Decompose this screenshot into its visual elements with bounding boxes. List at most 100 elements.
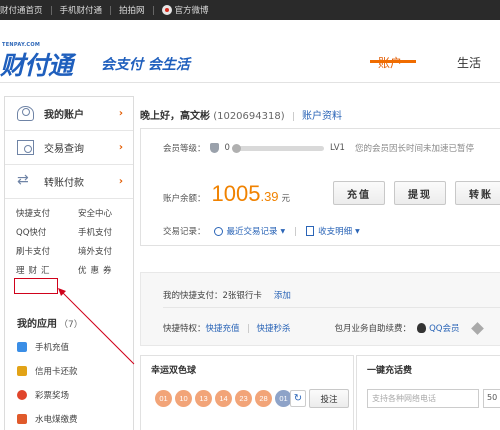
weibo-icon: [161, 5, 172, 15]
lottery-ball: 23: [235, 390, 252, 407]
quick-link-coupons[interactable]: 优惠券: [78, 264, 138, 276]
sidebar-item-transactions[interactable]: 交易查询 ›: [5, 131, 133, 165]
phone-recharge-panel: 一键充话费 支持各种网络电话 50: [356, 355, 500, 430]
chevron-right-icon: ›: [118, 176, 123, 187]
topbar-weibo-link[interactable]: 官方微博: [161, 4, 209, 16]
lottery-panel: 幸运双色球 01 10 13 14 23 28 01 ↻ 投注: [140, 355, 354, 430]
quickpay-features: 快捷特权： 快捷充值 快捷秒杀 包月业务自助续费： QQ会员: [163, 321, 485, 335]
bill-detail-link[interactable]: 收支明细: [318, 225, 352, 237]
auto-renew-label: 包月业务自助续费：: [334, 324, 412, 334]
app-utilities[interactable]: 水电煤缴费: [17, 413, 78, 425]
level-value: 0: [224, 143, 230, 153]
refresh-icon[interactable]: ↻: [290, 390, 306, 407]
quick-link-overseas-pay[interactable]: 境外支付: [78, 245, 138, 257]
diamond-icon[interactable]: [471, 321, 485, 335]
quickpay-summary: 我的快捷支付：2张银行卡 添加: [163, 289, 291, 301]
sidebar-item-label: 交易查询: [44, 144, 84, 155]
quick-link-card-pay[interactable]: 刷卡支付: [16, 245, 78, 257]
lottery-balls: 01 10 13 14 23 28 01: [155, 390, 292, 407]
amount-select[interactable]: 50: [483, 389, 500, 408]
my-apps-label: 我的应用: [17, 319, 57, 330]
app-phone-recharge[interactable]: 手机充值: [17, 341, 69, 353]
balance-decimal: .39: [260, 189, 279, 204]
divider: [295, 226, 297, 236]
recent-records-link[interactable]: 最近交易记录: [227, 225, 278, 237]
quick-links: 快捷支付 安全中心 QQ快付 手机支付 刷卡支付 境外支付 理财汇 优惠券: [5, 199, 133, 276]
balance-integer: 1005: [211, 181, 261, 206]
bet-button[interactable]: 投注: [309, 389, 349, 408]
header-divider: [0, 82, 500, 83]
dropdown-arrow-icon[interactable]: ▼: [355, 228, 360, 235]
lottery-icon: [17, 390, 27, 400]
add-card-link[interactable]: 添加: [274, 291, 291, 301]
qq-member-link[interactable]: QQ会员: [429, 322, 459, 334]
quick-recharge-link[interactable]: 快捷充值: [206, 322, 240, 334]
topbar-paipai-link[interactable]: 拍拍网: [119, 4, 145, 16]
quick-link-wealth[interactable]: 理财汇: [16, 264, 78, 276]
tenpay-logo[interactable]: 财付通: [0, 46, 73, 82]
dropdown-arrow-icon[interactable]: ▼: [281, 228, 286, 235]
app-label: 彩票奖场: [35, 391, 70, 401]
sidebar-item-label: 转账付款: [44, 178, 84, 189]
greeting-text: 晚上好，高文彬: [140, 111, 210, 122]
tab-life[interactable]: 生活: [457, 54, 481, 71]
divider: [110, 5, 112, 15]
profile-link[interactable]: 账户资料: [302, 111, 342, 122]
slogan: 会支付 会生活: [101, 57, 190, 73]
divider: [292, 111, 294, 121]
records-row: 交易记录： 最近交易记录 ▼ 收支明细 ▼: [163, 225, 360, 237]
member-level-row: 会员等级： 0 LV1 您的会员因长时间未加速已暂停: [163, 142, 474, 154]
app-label: 手机充值: [35, 343, 70, 353]
withdraw-button[interactable]: 提现: [394, 181, 446, 205]
document-icon: [306, 226, 315, 236]
chevron-right-icon: ›: [118, 142, 123, 153]
lottery-ball: 10: [175, 390, 192, 407]
quick-seckill-link[interactable]: 快捷秒杀: [257, 322, 291, 334]
level-label: 会员等级：: [163, 144, 206, 154]
app-label: 水电煤缴费: [35, 415, 78, 425]
quick-link-security[interactable]: 安全中心: [78, 207, 138, 219]
account-panel: 会员等级： 0 LV1 您的会员因长时间未加速已暂停 账户余额： 1005 .3…: [140, 128, 500, 246]
quick-link-qq-pay[interactable]: QQ快付: [16, 226, 78, 238]
level-target: LV1: [329, 143, 345, 153]
level-note: 您的会员因长时间未加速已暂停: [354, 144, 474, 154]
lottery-ball: 13: [195, 390, 212, 407]
feature-label: 快捷特权：: [163, 324, 206, 334]
balance-label: 账户余额：: [163, 194, 206, 204]
quick-link-mobile-pay[interactable]: 手机支付: [78, 226, 138, 238]
lottery-ball: 28: [255, 390, 272, 407]
greeting-line: 晚上好，高文彬 (1020694318) 账户资料: [140, 107, 342, 122]
balance-unit: 元: [281, 194, 291, 204]
app-lottery[interactable]: 彩票奖场: [17, 389, 69, 401]
divider: [163, 307, 500, 308]
quick-link-quickpay[interactable]: 快捷支付: [16, 207, 78, 219]
transfer-button[interactable]: 转账: [455, 181, 500, 205]
recharge-button[interactable]: 充值: [333, 181, 385, 205]
card-icon: [17, 366, 27, 376]
app-label: 信用卡还款: [35, 367, 78, 377]
divider: [50, 5, 52, 15]
phone-number-input[interactable]: 支持各种网络电话: [367, 389, 479, 408]
site-header: TENPAY.COM 财付通 会支付 会生活 账户 生活: [0, 20, 500, 82]
lottery-ball: 01: [155, 390, 172, 407]
phone-icon: [17, 342, 27, 352]
quickpay-panel: 我的快捷支付：2张银行卡 添加 快捷特权： 快捷充值 快捷秒杀 包月业务自助续费：…: [140, 272, 500, 346]
sidebar: 我的账户 › 交易查询 › 转账付款 › 快捷支付 安全中心 QQ快付 手机支付…: [4, 96, 134, 430]
top-bar: 财付通首页 手机财付通 拍拍网 官方微博: [0, 0, 500, 20]
weibo-label: 官方微博: [174, 6, 209, 16]
utilities-icon: [17, 414, 27, 424]
sidebar-item-transfer[interactable]: 转账付款 ›: [5, 165, 133, 199]
sidebar-item-my-account[interactable]: 我的账户 ›: [5, 97, 133, 131]
topbar-mobile-link[interactable]: 手机财付通: [60, 4, 103, 16]
sidebar-item-label: 我的账户: [44, 110, 84, 121]
topbar-home-link[interactable]: 财付通首页: [0, 4, 43, 16]
app-credit-card[interactable]: 信用卡还款: [17, 365, 78, 377]
transfer-icon: [17, 172, 34, 189]
lottery-ball: 14: [215, 390, 232, 407]
divider: [247, 323, 249, 333]
recharge-title: 一键充话费: [367, 366, 413, 376]
qq-icon: [417, 323, 427, 333]
clock-icon: [213, 226, 223, 236]
active-tab-indicator: [370, 60, 416, 63]
level-progress-bar: [231, 143, 324, 153]
